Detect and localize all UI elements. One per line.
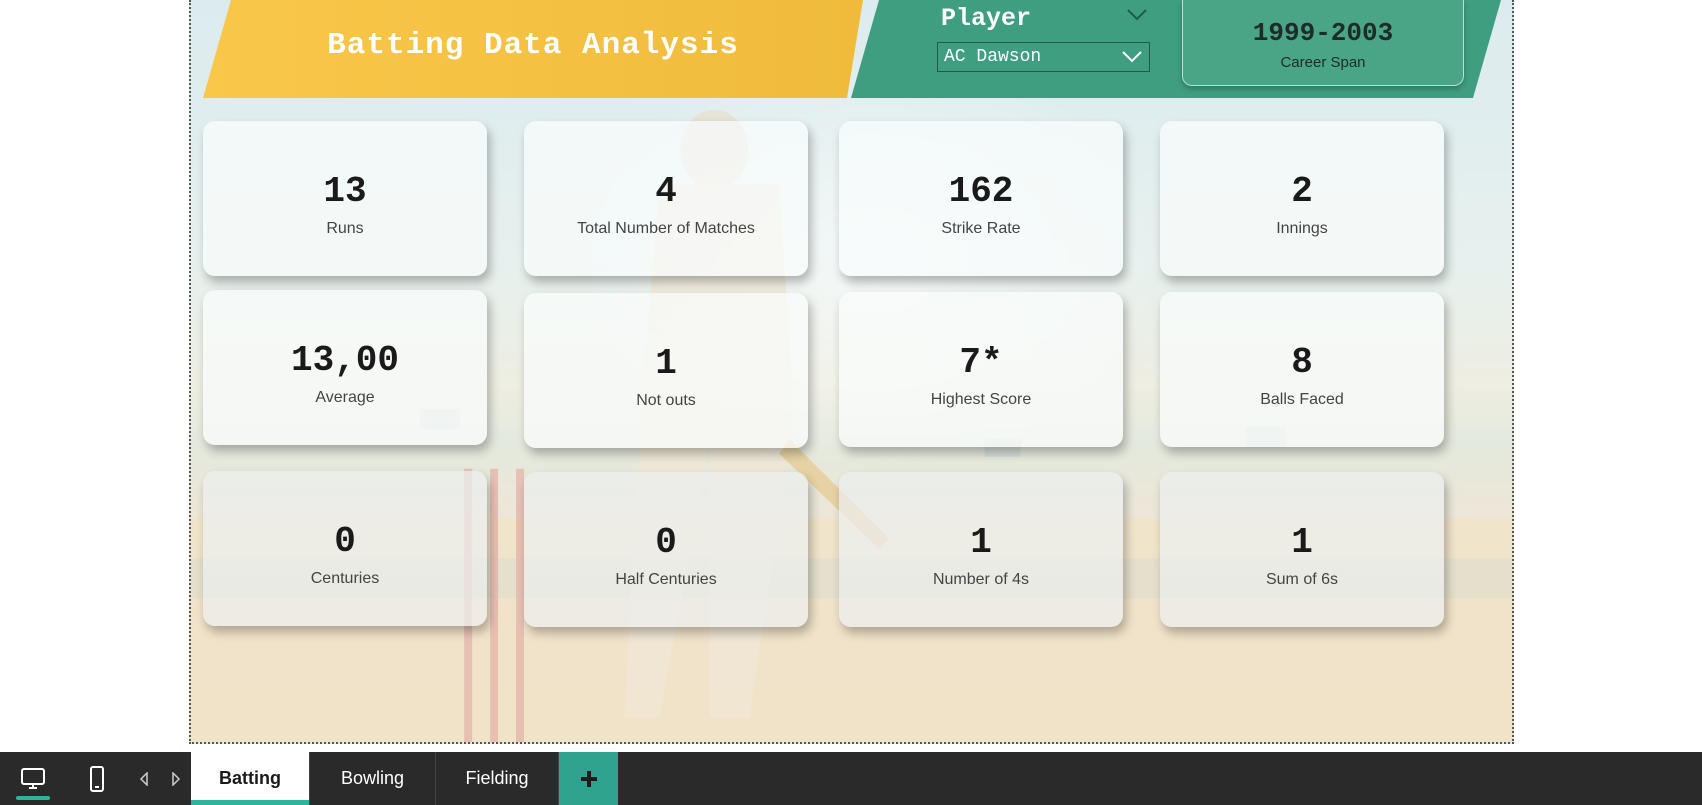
kpi-card-balls-faced: 8 Balls Faced bbox=[1160, 292, 1444, 447]
page-navigation-bar: Batting Bowling Fielding bbox=[0, 752, 1702, 805]
kpi-value: 13,00 bbox=[290, 340, 400, 381]
kpi-card-half-centuries: 0 Half Centuries bbox=[524, 472, 808, 627]
mobile-view-button[interactable] bbox=[80, 752, 114, 805]
player-dropdown-value: AC Dawson bbox=[944, 47, 1042, 67]
kpi-label: Innings bbox=[1276, 220, 1328, 237]
kpi-value: 0 bbox=[334, 521, 356, 562]
player-dropdown[interactable]: AC Dawson bbox=[937, 42, 1150, 72]
tab-fielding[interactable]: Fielding bbox=[436, 752, 559, 805]
kpi-label: Balls Faced bbox=[1260, 391, 1344, 408]
career-span-label: Career Span bbox=[1280, 54, 1366, 71]
kpi-value: 1 bbox=[970, 522, 992, 563]
kpi-label: Strike Rate bbox=[941, 220, 1021, 237]
kpi-label: Average bbox=[315, 389, 375, 406]
chevron-down-icon bbox=[1122, 51, 1142, 63]
chevron-left-icon bbox=[139, 771, 148, 786]
player-slicer-label: Player bbox=[941, 4, 1032, 33]
tab-batting[interactable]: Batting bbox=[191, 752, 310, 805]
kpi-card-matches: 4 Total Number of Matches bbox=[524, 121, 808, 276]
career-span-card: 1999-2003 Career Span bbox=[1182, 0, 1464, 86]
kpi-card-sixes: 1 Sum of 6s bbox=[1160, 472, 1444, 627]
kpi-value: 162 bbox=[948, 171, 1014, 212]
kpi-value: 1 bbox=[655, 343, 677, 384]
page-title: Batting Data Analysis bbox=[327, 28, 739, 63]
career-span-value: 1999-2003 bbox=[1252, 18, 1394, 48]
kpi-label: Half Centuries bbox=[615, 571, 717, 588]
add-page-button[interactable] bbox=[559, 752, 618, 805]
next-page-button[interactable] bbox=[166, 752, 186, 805]
kpi-card-highest-score: 7* Highest Score bbox=[839, 292, 1123, 447]
kpi-card-not-outs: 1 Not outs bbox=[524, 293, 808, 448]
kpi-label: Not outs bbox=[636, 392, 696, 409]
kpi-card-strike-rate: 162 Strike Rate bbox=[839, 121, 1123, 276]
kpi-label: Sum of 6s bbox=[1265, 571, 1339, 588]
kpi-card-innings: 2 Innings bbox=[1160, 121, 1444, 276]
desktop-view-indicator bbox=[16, 796, 50, 800]
kpi-card-fours: 1 Number of 4s bbox=[839, 472, 1123, 627]
kpi-value: 1 bbox=[1291, 522, 1313, 563]
chevron-down-icon[interactable] bbox=[1126, 8, 1148, 22]
kpi-value: 13 bbox=[323, 171, 367, 212]
kpi-value: 7* bbox=[959, 342, 1003, 383]
active-tab-indicator bbox=[191, 800, 309, 805]
kpi-label: Number of 4s bbox=[932, 571, 1030, 588]
kpi-card-average: 13,00 Average bbox=[203, 290, 487, 445]
kpi-value: 2 bbox=[1291, 171, 1313, 212]
kpi-value: 8 bbox=[1291, 342, 1313, 383]
report-canvas: Batting Data Analysis Player AC Dawson 1… bbox=[189, 0, 1514, 744]
kpi-card-centuries: 0 Centuries bbox=[203, 471, 487, 626]
title-band: Batting Data Analysis bbox=[203, 0, 863, 98]
tab-label: Batting bbox=[219, 768, 281, 788]
tab-label: Fielding bbox=[465, 768, 529, 788]
kpi-label: Highest Score bbox=[930, 391, 1032, 408]
phone-icon bbox=[90, 765, 104, 792]
kpi-card-runs: 13 Runs bbox=[203, 121, 487, 276]
previous-page-button[interactable] bbox=[134, 752, 154, 805]
tab-label: Bowling bbox=[340, 768, 405, 788]
tab-bowling[interactable]: Bowling bbox=[310, 752, 436, 805]
chevron-right-icon bbox=[172, 771, 181, 786]
plus-icon bbox=[580, 770, 597, 787]
kpi-label: Centuries bbox=[310, 570, 380, 587]
kpi-label: Total Number of Matches bbox=[577, 220, 755, 237]
kpi-label: Runs bbox=[326, 220, 364, 237]
kpi-value: 4 bbox=[655, 171, 677, 212]
kpi-value: 0 bbox=[655, 522, 677, 563]
desktop-icon bbox=[21, 767, 45, 789]
